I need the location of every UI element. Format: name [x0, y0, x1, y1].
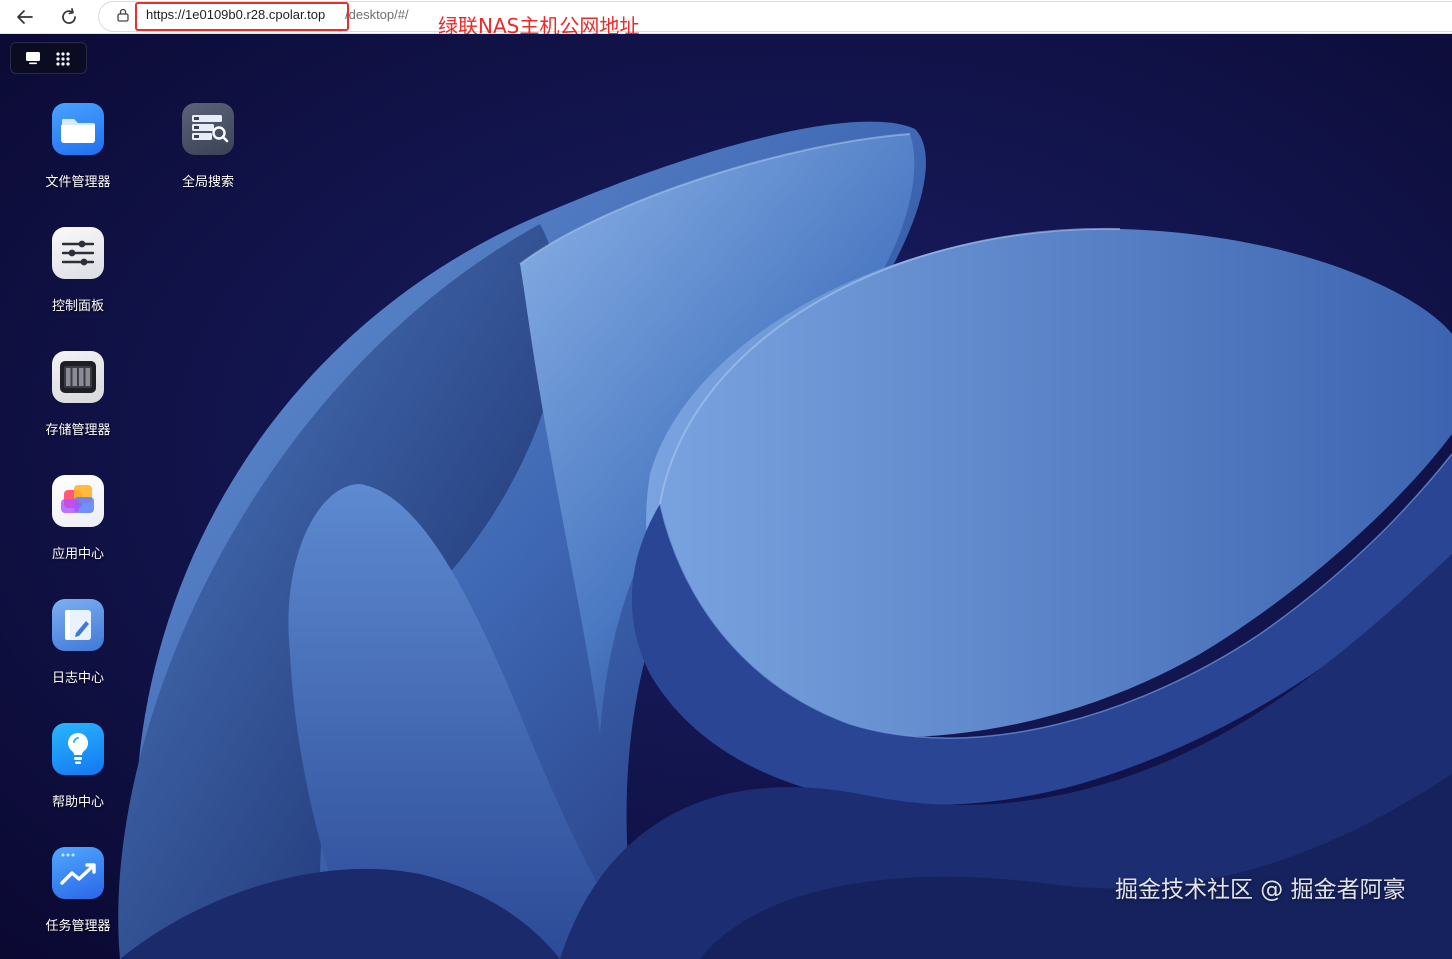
app-label: 全局搜索	[181, 175, 234, 190]
app-help-center[interactable]: 帮助中心	[23, 723, 133, 823]
app-log-center[interactable]: 日志中心	[23, 599, 133, 699]
reload-button[interactable]	[55, 3, 83, 31]
folder-icon	[52, 103, 104, 155]
browser-toolbar: https://1e0109b0.r28.cpolar.top /desktop…	[0, 0, 1452, 38]
task-manager-icon	[52, 847, 104, 899]
arrow-left-icon	[17, 10, 33, 24]
app-task-manager[interactable]: 任务管理器	[23, 847, 133, 947]
desktop-icon[interactable]	[25, 51, 41, 65]
app-label: 控制面板	[51, 299, 104, 314]
app-label: 应用中心	[51, 547, 104, 562]
nas-desktop: 文件管理器 全局搜索 控制面板 存储管理器 应用中心 日志中心 帮助中心 任务管…	[0, 34, 1452, 959]
app-grid-icon[interactable]	[55, 51, 71, 67]
app-center-icon	[52, 475, 104, 527]
global-search-icon	[182, 103, 234, 155]
url-highlight-box	[135, 2, 349, 31]
url-path[interactable]: /desktop/#/	[345, 7, 409, 22]
app-storage-manager[interactable]: 存储管理器	[23, 351, 133, 451]
control-panel-icon	[52, 227, 104, 279]
app-label: 存储管理器	[45, 423, 111, 438]
lock-icon[interactable]	[117, 8, 129, 22]
log-center-icon	[52, 599, 104, 651]
app-control-panel[interactable]: 控制面板	[23, 227, 133, 327]
storage-icon	[52, 351, 104, 403]
reload-icon	[62, 8, 76, 24]
app-file-manager[interactable]: 文件管理器	[23, 103, 133, 203]
app-label: 任务管理器	[45, 919, 111, 934]
app-label: 帮助中心	[51, 795, 104, 810]
app-label: 日志中心	[51, 671, 104, 686]
app-label: 文件管理器	[45, 175, 111, 190]
back-button[interactable]	[11, 3, 39, 31]
desktop-switcher	[10, 42, 87, 74]
help-bulb-icon	[52, 723, 104, 775]
app-global-search[interactable]: 全局搜索	[153, 103, 263, 203]
app-app-center[interactable]: 应用中心	[23, 475, 133, 575]
watermark-text: 掘金技术社区 @ 掘金者阿豪	[1115, 877, 1406, 903]
